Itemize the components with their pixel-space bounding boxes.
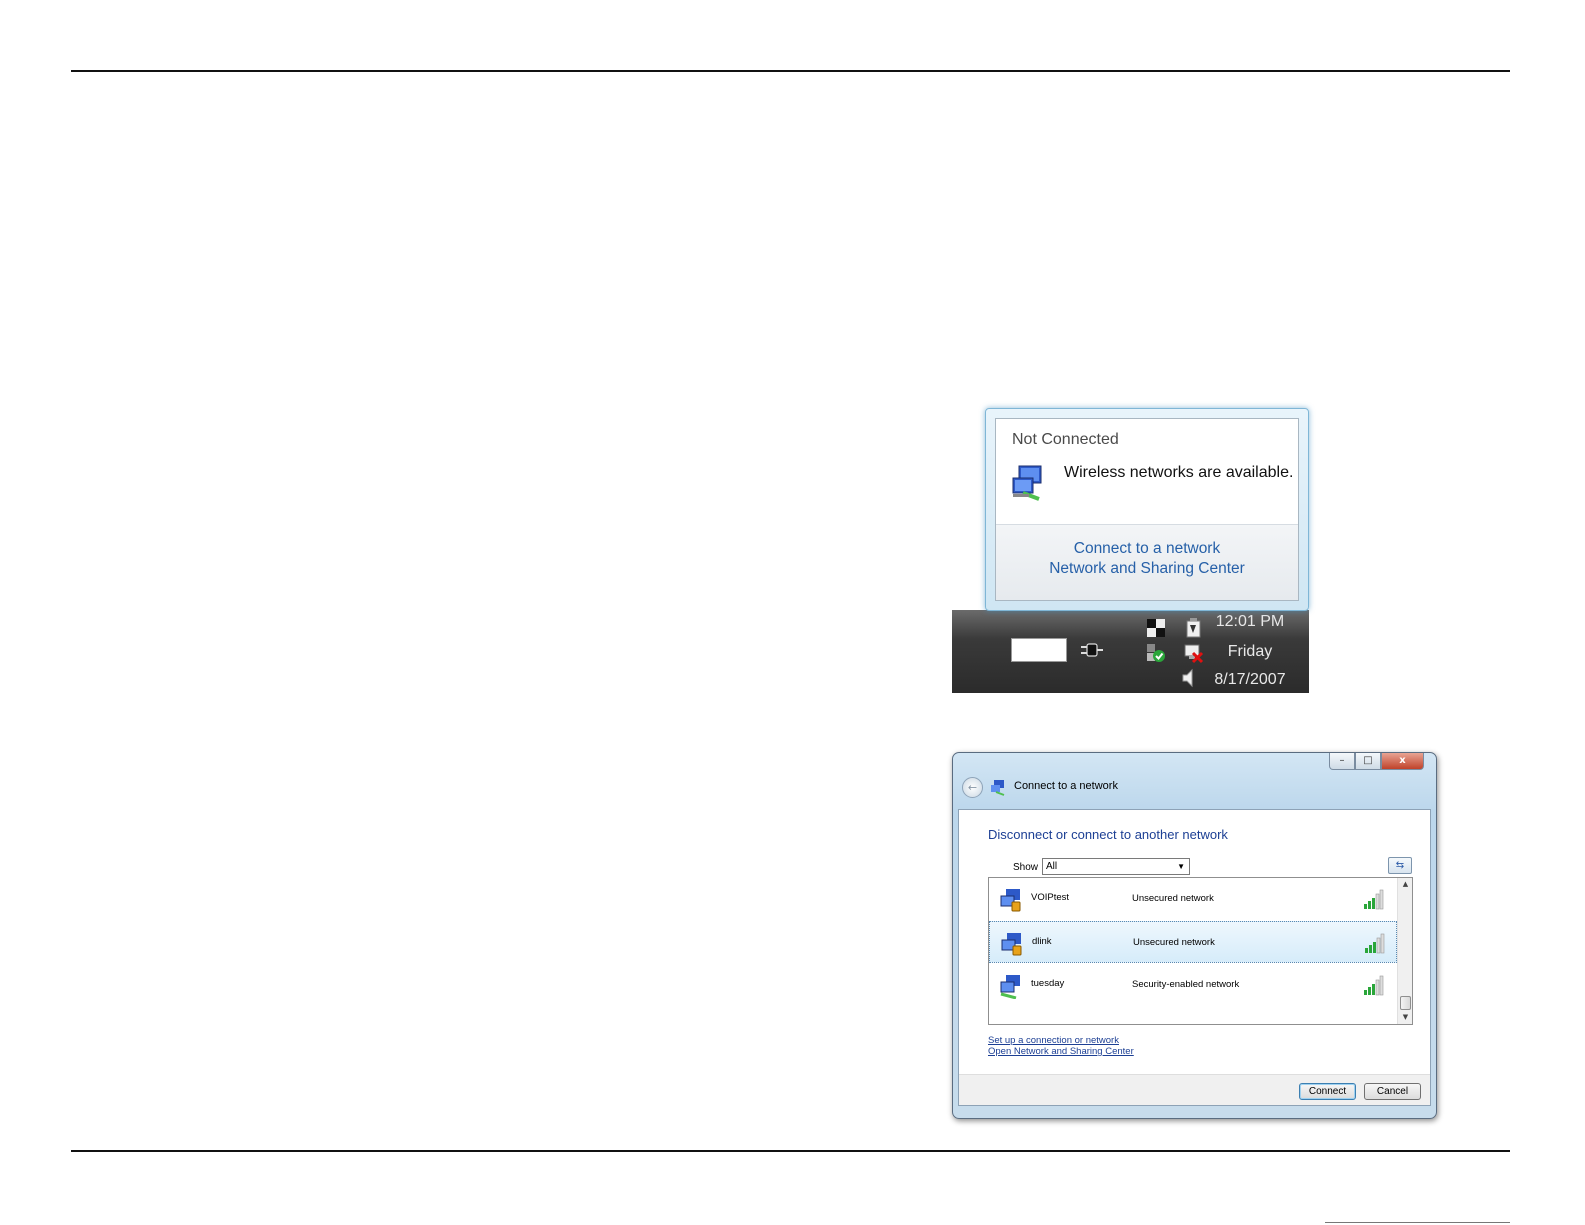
scroll-up-icon[interactable]: ▲ <box>1398 878 1412 891</box>
popup-message: Wireless networks are available. <box>1064 464 1294 481</box>
signal-strength-icon <box>1364 889 1384 910</box>
network-list: VOIPtest Unsecured network dlink Unsecur… <box>988 877 1413 1025</box>
network-name: dlink <box>1032 936 1052 947</box>
network-title-icon <box>991 780 1005 796</box>
clock-date[interactable]: 8/17/2007 <box>1200 671 1300 689</box>
chevron-down-icon: ▼ <box>1177 862 1185 871</box>
dialog-button-bar: Connect Cancel <box>959 1074 1430 1105</box>
close-button[interactable]: x <box>1381 753 1424 770</box>
wireless-network-icon <box>1001 933 1022 956</box>
taskbar-field <box>1011 638 1067 662</box>
network-name: tuesday <box>1031 978 1065 989</box>
popup-footer: Connect to a network Network and Sharing… <box>996 524 1298 600</box>
clock-time[interactable]: 12:01 PM <box>1200 613 1300 631</box>
minimize-button[interactable]: – <box>1329 753 1355 770</box>
setup-connection-link[interactable]: Set up a connection or network <box>988 1035 1119 1046</box>
window-title: Connect to a network <box>1014 780 1118 792</box>
wireless-network-icon <box>1000 975 1020 999</box>
scroll-thumb[interactable] <box>1400 996 1411 1010</box>
refresh-icon[interactable]: ⇆ <box>1388 857 1412 874</box>
network-row-tuesday[interactable]: tuesday Security-enabled network <box>989 964 1397 1006</box>
window-content: Disconnect or connect to another network… <box>958 809 1431 1106</box>
connect-to-network-window: – □ x ← Connect to a network Disconnect … <box>952 752 1437 1119</box>
popup-content: Not Connected Wireless networks are avai… <box>995 418 1299 601</box>
network-security: Security-enabled network <box>1132 979 1240 990</box>
tray-security-icon[interactable] <box>1144 641 1168 665</box>
wireless-network-icon <box>1000 889 1021 912</box>
network-notification-popup: Not Connected Wireless networks are avai… <box>985 408 1309 611</box>
footer-rule <box>71 1150 1510 1152</box>
header-rule <box>71 70 1510 72</box>
tray-network-icon[interactable] <box>1144 616 1168 640</box>
footer-short-rule <box>1325 1222 1510 1223</box>
network-security: Unsecured network <box>1132 893 1214 904</box>
signal-strength-icon <box>1365 933 1385 954</box>
show-filter-value: All <box>1046 861 1058 872</box>
popup-title: Not Connected <box>1012 431 1119 448</box>
cancel-button[interactable]: Cancel <box>1364 1083 1421 1100</box>
connect-to-network-link[interactable]: Connect to a network <box>996 539 1298 559</box>
back-arrow-icon[interactable]: ← <box>962 777 983 798</box>
speaker-icon[interactable] <box>1177 666 1201 690</box>
maximize-button[interactable]: □ <box>1355 753 1381 770</box>
network-sharing-center-link[interactable]: Network and Sharing Center <box>996 559 1298 579</box>
network-security: Unsecured network <box>1133 937 1215 948</box>
show-filter-select[interactable]: All ▼ <box>1042 858 1190 875</box>
power-plug-icon[interactable] <box>1079 637 1105 663</box>
wireless-network-icon <box>1012 465 1042 501</box>
network-list-scrollbar[interactable]: ▲ ▼ <box>1397 878 1412 1024</box>
taskbar: 12:01 PM Friday 8/17/2007 <box>952 610 1309 693</box>
network-name: VOIPtest <box>1031 892 1070 903</box>
window-controls: – □ x <box>1329 753 1424 770</box>
show-label: Show <box>1013 862 1039 873</box>
tray-notification-screenshot: 12:01 PM Friday 8/17/2007 Not Connected … <box>952 408 1309 693</box>
network-row-voiptest[interactable]: VOIPtest Unsecured network <box>989 878 1397 920</box>
scroll-down-icon[interactable]: ▼ <box>1398 1011 1412 1024</box>
clock-day[interactable]: Friday <box>1200 643 1300 661</box>
page-heading: Disconnect or connect to another network <box>988 827 1228 842</box>
open-sharing-center-link[interactable]: Open Network and Sharing Center <box>988 1046 1134 1057</box>
connect-button[interactable]: Connect <box>1299 1083 1356 1100</box>
signal-strength-icon <box>1364 975 1384 996</box>
network-row-dlink[interactable]: dlink Unsecured network <box>989 921 1397 963</box>
